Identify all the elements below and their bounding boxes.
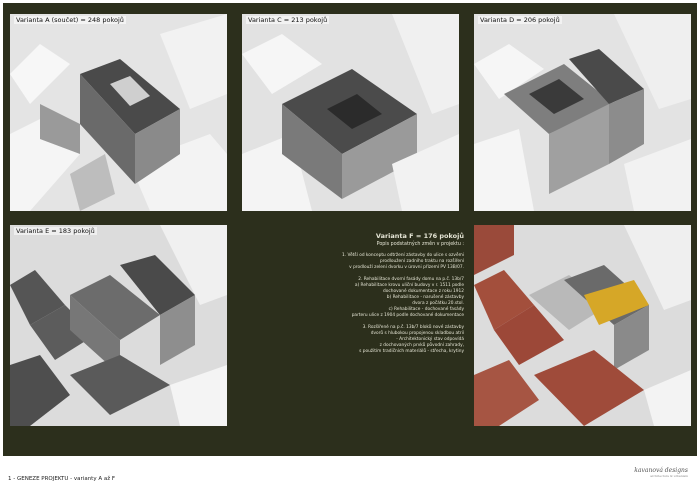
description-paragraph-1: 1. Větší od konceptu odtržení zástavby d… xyxy=(342,253,464,270)
studio-logo: kavanová designs architecture & urbanism xyxy=(634,467,688,478)
render-variant-c xyxy=(242,14,459,211)
panel-label: Varianta E = 183 pokojů xyxy=(14,227,97,235)
panel-variant-c: Varianta C = 213 pokojů xyxy=(242,14,459,211)
panel-variant-e: Varianta E = 183 pokojů xyxy=(10,225,227,426)
description-paragraph-2: 2. Rehabilitace dvorní fasády domu na p.… xyxy=(351,277,464,318)
variant-f-title: Varianta F = 176 pokojů xyxy=(375,232,464,240)
render-variant-f xyxy=(474,225,691,426)
logo-subtext: architecture & urbanism xyxy=(650,474,688,478)
presentation-sheet: Varianta A (součet) = 248 pokojů Variant… xyxy=(0,0,700,495)
render-variant-e xyxy=(10,225,227,426)
panel-label: Varianta A (součet) = 248 pokojů xyxy=(14,16,126,24)
panel-variant-d: Varianta D = 206 pokojů xyxy=(474,14,691,211)
panel-label: Varianta C = 213 pokojů xyxy=(246,16,330,24)
logo-text: kavanová designs xyxy=(634,467,688,474)
variant-f-subtitle: Popis podstatných změn v projektu : xyxy=(376,242,464,247)
panel-variant-a: Varianta A (součet) = 248 pokojů xyxy=(10,14,227,211)
panel-variant-f xyxy=(474,225,691,426)
variant-f-description: Varianta F = 176 pokojů Popis podstatnýc… xyxy=(236,232,464,392)
panel-label: Varianta D = 206 pokojů xyxy=(478,16,562,24)
render-variant-d xyxy=(474,14,691,211)
description-paragraph-3: 3. Rozšířené na p.č. 13b/7 bloků nové zá… xyxy=(359,325,464,354)
render-variant-a xyxy=(10,14,227,211)
sheet-caption: 1 - GENEZE PROJEKTU - varianty A až F xyxy=(8,476,116,482)
